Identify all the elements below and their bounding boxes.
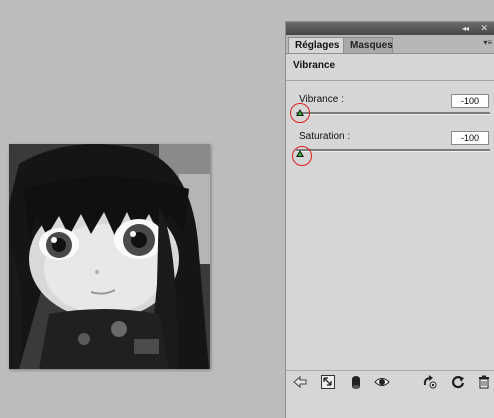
saturation-slider-track[interactable] (296, 149, 490, 152)
doll-photo-art (9, 144, 210, 369)
back-arrow-icon[interactable] (292, 374, 308, 390)
adjustments-panel: ◂◂ ✕ Réglages Masques ▾≡ Vibrance Vibran… (285, 21, 494, 418)
vibrance-label: Vibrance : (299, 94, 344, 105)
expand-view-icon[interactable] (320, 374, 336, 390)
collapse-icon[interactable]: ◂◂ (462, 22, 469, 35)
vibrance-input[interactable] (451, 94, 489, 108)
clip-to-layer-icon[interactable] (348, 374, 364, 390)
visibility-eye-icon[interactable] (374, 374, 390, 390)
document-image (9, 144, 210, 369)
view-previous-state-icon[interactable] (422, 374, 438, 390)
reset-icon[interactable] (450, 374, 466, 390)
panel-tabbar: Réglages Masques ▾≡ (286, 35, 494, 54)
saturation-input[interactable] (451, 131, 489, 145)
vibrance-slider-track[interactable] (296, 112, 490, 115)
tab-reglages[interactable]: Réglages (288, 37, 347, 53)
close-icon[interactable]: ✕ (480, 22, 488, 35)
panel-menu-icon[interactable]: ▾≡ (483, 37, 492, 49)
adjustment-title: Vibrance (293, 60, 336, 71)
divider (286, 80, 494, 81)
highlight-circle (290, 103, 310, 123)
trash-icon[interactable] (476, 374, 492, 390)
highlight-circle (292, 146, 312, 166)
saturation-label: Saturation : (299, 131, 351, 142)
panel-toolbar (286, 370, 494, 393)
panel-titlebar[interactable]: ◂◂ ✕ (286, 22, 494, 35)
tab-masques[interactable]: Masques (343, 37, 393, 53)
